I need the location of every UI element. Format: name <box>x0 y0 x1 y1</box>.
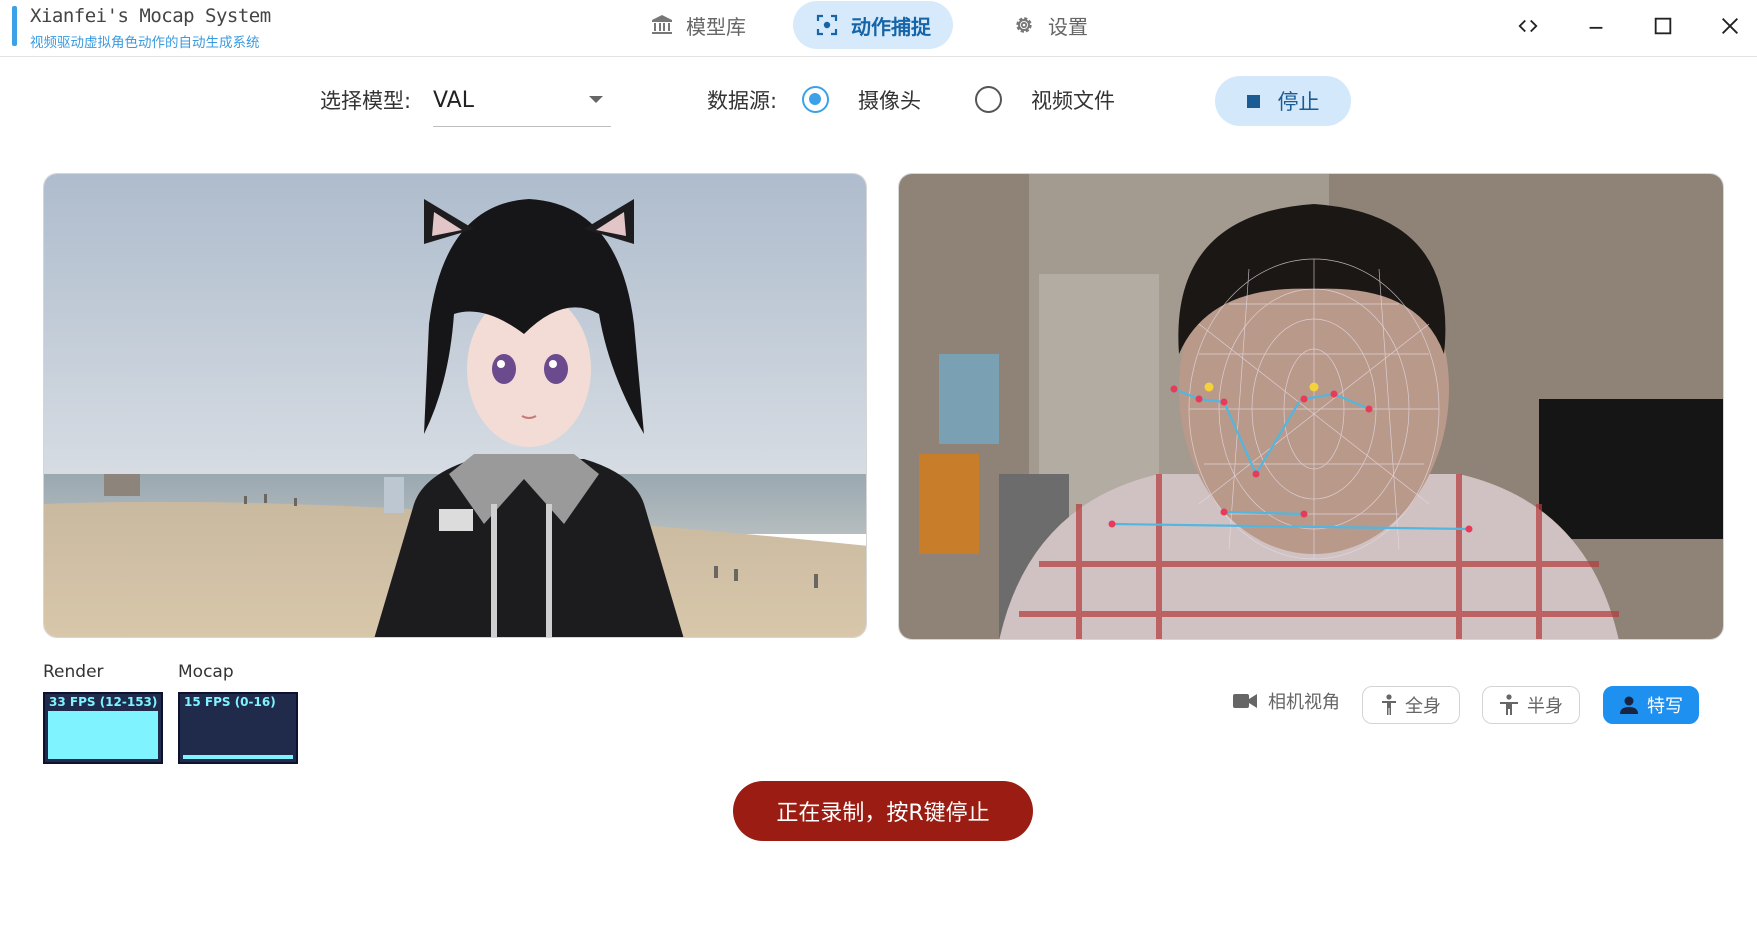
nav-motion-capture[interactable]: 动作捕捉 <box>793 1 953 49</box>
focus-capture-icon <box>816 14 838 36</box>
render-fps-monitor: 33 FPS (12-153) <box>43 692 163 764</box>
mocap-fps-label: Mocap <box>178 662 234 682</box>
minimize-icon <box>1589 26 1603 29</box>
person-icon <box>1620 696 1638 714</box>
render-fps-graph <box>48 711 158 759</box>
stop-button-label: 停止 <box>1277 90 1320 114</box>
mocap-fps-monitor: 15 FPS (0-16) <box>178 692 298 764</box>
radio-camera[interactable] <box>802 86 829 113</box>
nav-settings[interactable]: 设置 <box>990 1 1110 49</box>
nav-settings-label: 设置 <box>1048 14 1088 39</box>
mocap-fps-graph <box>183 755 293 759</box>
avatar-render-image <box>44 174 866 637</box>
render-view[interactable] <box>43 173 867 638</box>
brand-accent-bar <box>12 6 17 46</box>
mocap-camera-view[interactable] <box>898 173 1724 640</box>
model-select-label: 选择模型: <box>320 89 412 113</box>
stop-button[interactable]: 停止 <box>1215 76 1351 126</box>
bank-icon <box>652 15 672 34</box>
gear-icon <box>1016 17 1032 33</box>
camera-view-half-body-label: 半身 <box>1527 696 1563 717</box>
maximize-button[interactable] <box>1643 10 1683 42</box>
camera-view-closeup-label: 特写 <box>1647 696 1683 717</box>
radio-video-file[interactable] <box>975 86 1002 113</box>
minimize-button[interactable] <box>1576 10 1616 42</box>
devtools-button[interactable] <box>1508 10 1548 42</box>
recording-status-button[interactable]: 正在录制，按R键停止 <box>733 781 1033 841</box>
radio-camera-label[interactable]: 摄像头 <box>858 85 921 115</box>
model-select-value: VAL <box>433 88 474 113</box>
data-source-label: 数据源: <box>707 89 778 113</box>
person-half-icon <box>1500 694 1518 715</box>
render-fps-text: 33 FPS (12-153) <box>49 695 158 709</box>
camera-view-label-group: 相机视角 <box>1232 688 1340 714</box>
close-button[interactable] <box>1710 10 1750 42</box>
nav-model-library[interactable]: 模型库 <box>628 1 768 49</box>
chevron-down-icon <box>589 96 603 103</box>
maximize-icon <box>1654 17 1672 35</box>
app-subtitle: 视频驱动虚拟角色动作的自动生成系统 <box>30 35 260 51</box>
code-icon <box>1518 19 1538 33</box>
person-standing-icon <box>1382 694 1396 715</box>
camera-view-full-body[interactable]: 全身 <box>1362 686 1460 724</box>
radio-video-file-label[interactable]: 视频文件 <box>1031 85 1115 115</box>
webcam-face-tracking-image <box>899 174 1723 639</box>
camera-view-label: 相机视角 <box>1268 692 1340 713</box>
render-fps-label: Render <box>43 662 104 682</box>
app-title: Xianfei's Mocap System <box>30 5 271 27</box>
camera-view-full-body-label: 全身 <box>1405 696 1441 717</box>
close-icon <box>1722 18 1738 34</box>
camera-view-closeup[interactable]: 特写 <box>1603 686 1699 724</box>
nav-motion-capture-label: 动作捕捉 <box>851 14 931 39</box>
title-bar: Xianfei's Mocap System 视频驱动虚拟角色动作的自动生成系统… <box>0 0 1757 57</box>
video-camera-icon <box>1233 694 1257 708</box>
model-select[interactable]: VAL <box>433 80 611 127</box>
mocap-fps-text: 15 FPS (0-16) <box>184 695 276 709</box>
stop-icon <box>1246 94 1260 108</box>
nav-model-library-label: 模型库 <box>686 14 746 39</box>
camera-view-half-body[interactable]: 半身 <box>1482 686 1580 724</box>
